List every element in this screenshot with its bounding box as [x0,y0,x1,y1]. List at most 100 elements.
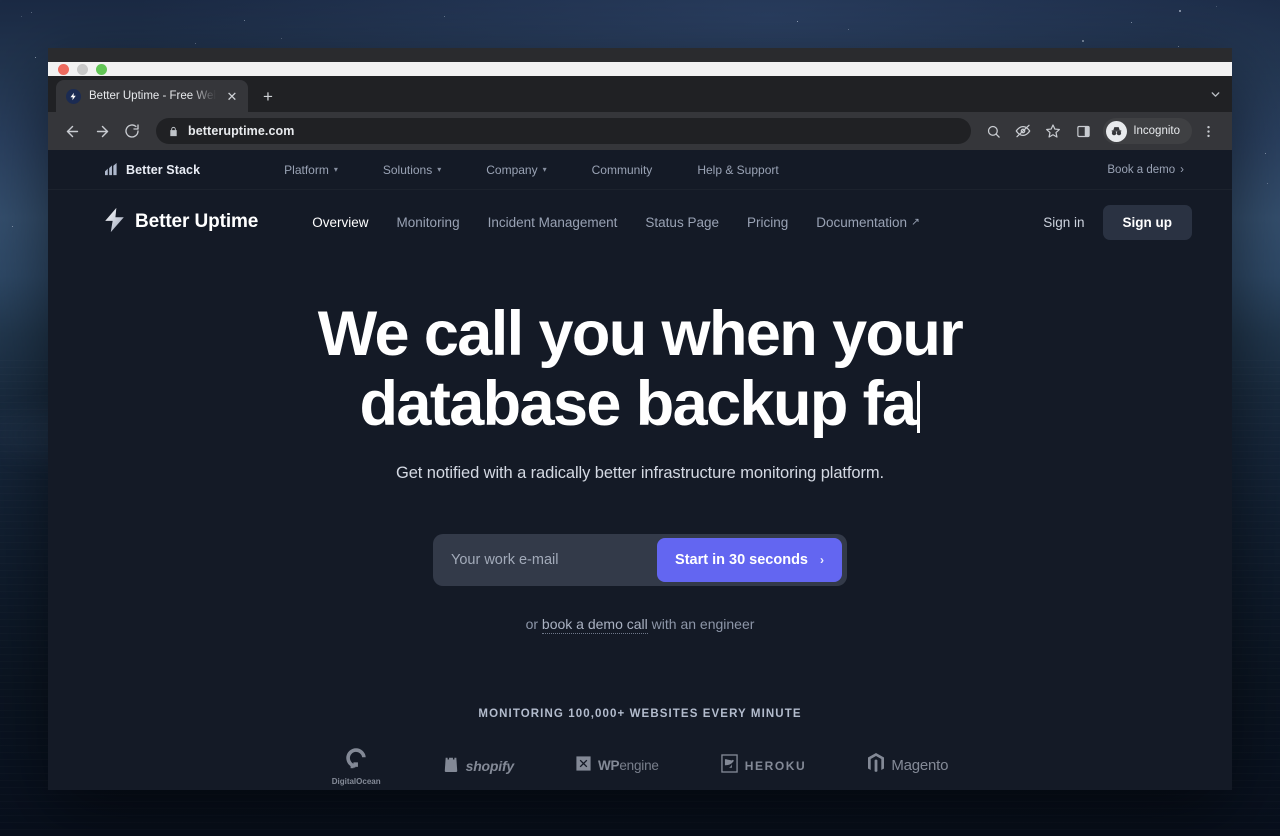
nav-item-monitoring[interactable]: Monitoring [383,207,474,238]
chevron-right-icon: › [820,552,824,567]
lightning-bolt-logo-icon [104,207,125,238]
nav-item-documentation[interactable]: Documentation ↗ [802,207,934,238]
incognito-label: Incognito [1133,125,1180,137]
better-uptime-logo[interactable]: Better Uptime [104,207,258,238]
typewriter-cursor [917,380,921,433]
wpengine-label: WPengine [598,758,659,773]
better-stack-bars-logo-icon [104,163,119,176]
headline-text: We call you when your database backup fa [317,299,964,439]
stack-nav-help-support[interactable]: Help & Support [675,157,800,183]
incognito-profile-button[interactable]: Incognito [1103,118,1192,144]
digitalocean-label: DigitalOcean [331,776,381,786]
better-stack-nav-links: Platform ▾ Solutions ▾ Company ▾ Communi… [262,157,801,183]
nav-item-incident-management[interactable]: Incident Management [474,207,632,238]
email-field[interactable] [433,551,658,568]
hero-section: We call you when your database backup fa… [48,254,1232,634]
nav-item-status-page-label: Status Page [645,214,719,230]
nav-item-documentation-label: Documentation [816,214,908,230]
nav-item-monitoring-label: Monitoring [396,214,460,230]
signup-form: Start in 30 seconds › [433,533,847,586]
nav-item-overview[interactable]: Overview [298,207,382,238]
nav-item-pricing[interactable]: Pricing [733,207,802,238]
nav-item-incident-management-label: Incident Management [487,214,618,230]
stack-nav-solutions-label: Solutions [382,162,433,177]
auth-buttons: Sign in Sign up [1033,204,1192,240]
book-demo-call-link[interactable]: book a demo call [541,615,648,634]
chevron-down-icon: ▾ [542,165,547,174]
stack-nav-community[interactable]: Community [570,157,675,183]
side-panel-icon[interactable] [1069,117,1097,145]
magento-label: Magento [891,757,949,775]
reload-icon[interactable] [118,117,146,145]
better-uptime-navbar: Better Uptime Overview Monitoring Incide… [48,190,1232,254]
sign-up-button[interactable]: Sign up [1102,204,1192,240]
stack-nav-help-label: Help & Support [697,162,779,177]
logo-shopify: shopify [443,754,514,778]
logo-wpengine: WPengine [576,756,659,776]
start-trial-label: Start in 30 seconds [675,551,808,568]
chevron-right-icon: › [1180,163,1184,176]
chevron-down-icon: ▾ [333,165,338,174]
logo-digitalocean: DigitalOcean [332,746,381,786]
logo-heroku: HEROKU [720,754,807,778]
lightning-bolt-favicon [66,88,81,104]
eye-slash-icon[interactable] [1009,117,1037,145]
book-a-demo-link[interactable]: Book a demo › [1107,164,1184,176]
better-uptime-brand-text: Better Uptime [135,211,259,232]
heroku-logo-icon [720,754,738,778]
demo-call-line: or book a demo call with an engineer [48,615,1232,634]
new-tab-button[interactable]: + [254,82,282,110]
stack-nav-company-label: Company [486,162,538,177]
star-icon[interactable] [1039,117,1067,145]
stack-nav-solutions[interactable]: Solutions ▾ [361,157,463,183]
close-tab-icon[interactable]: ✕ [224,88,240,104]
customer-logos: DigitalOcean shopify WPengine HEROKU Mag… [48,746,1232,786]
browser-tab[interactable]: Better Uptime - Free Web Mon ✕ [56,80,248,112]
nav-item-overview-label: Overview [312,214,369,230]
better-stack-navbar: Better Stack Platform ▾ Solutions ▾ Comp… [48,150,1232,190]
browser-toolbar: betteruptime.com Incognito [48,112,1232,150]
stack-nav-platform-label: Platform [284,162,329,177]
digitalocean-logo-icon [344,746,368,775]
tab-strip: Better Uptime - Free Web Mon ✕ + [48,76,1232,112]
window-traffic-lights [48,62,1232,76]
logo-magento: Magento [868,753,948,778]
book-a-demo-label: Book a demo [1107,163,1176,176]
back-icon[interactable] [58,117,86,145]
start-trial-button[interactable]: Start in 30 seconds › [657,537,842,582]
stack-nav-community-label: Community [591,162,653,177]
magento-logo-icon [868,753,885,778]
url-text: betteruptime.com [188,124,295,138]
external-link-icon: ↗ [911,216,920,228]
forward-icon[interactable] [88,117,116,145]
zoom-search-icon[interactable] [979,117,1007,145]
browser-menu-icon[interactable] [1194,117,1222,145]
chevron-down-icon[interactable] [1209,88,1222,106]
maximize-window-button[interactable] [96,63,107,75]
better-stack-logo[interactable]: Better Stack [104,163,200,177]
social-proof-label: MONITORING 100,000+ WEBSITES EVERY MINUT… [478,707,802,720]
hero-subtitle: Get notified with a radically better inf… [395,463,885,482]
nav-item-status-page[interactable]: Status Page [631,207,733,238]
address-bar[interactable]: betteruptime.com [156,118,972,144]
close-window-button[interactable] [58,63,69,75]
better-stack-brand-text: Better Stack [126,162,201,177]
shopify-bag-logo-icon [443,754,459,778]
minimize-window-button[interactable] [77,63,88,75]
window-titlebar-top [48,48,1232,62]
stack-nav-company[interactable]: Company ▾ [464,157,568,183]
sign-in-link[interactable]: Sign in [1033,207,1094,238]
demo-suffix: with an engineer [647,615,755,632]
shopify-label: shopify [465,757,515,774]
tab-title: Better Uptime - Free Web Mon [89,90,216,102]
stack-nav-platform[interactable]: Platform ▾ [262,157,360,183]
chevron-down-icon: ▾ [437,165,442,174]
page-title: We call you when your database backup fa [240,299,1040,440]
heroku-label: HEROKU [744,758,807,773]
desktop-background: Better Uptime - Free Web Mon ✕ + [0,0,1280,836]
wpengine-label-bold: WP [598,758,620,774]
page-viewport: Better Stack Platform ▾ Solutions ▾ Comp… [48,150,1232,790]
product-nav-links: Overview Monitoring Incident Management … [298,207,934,238]
incognito-avatar-icon [1106,120,1128,142]
wpengine-label-thin: engine [619,758,659,774]
